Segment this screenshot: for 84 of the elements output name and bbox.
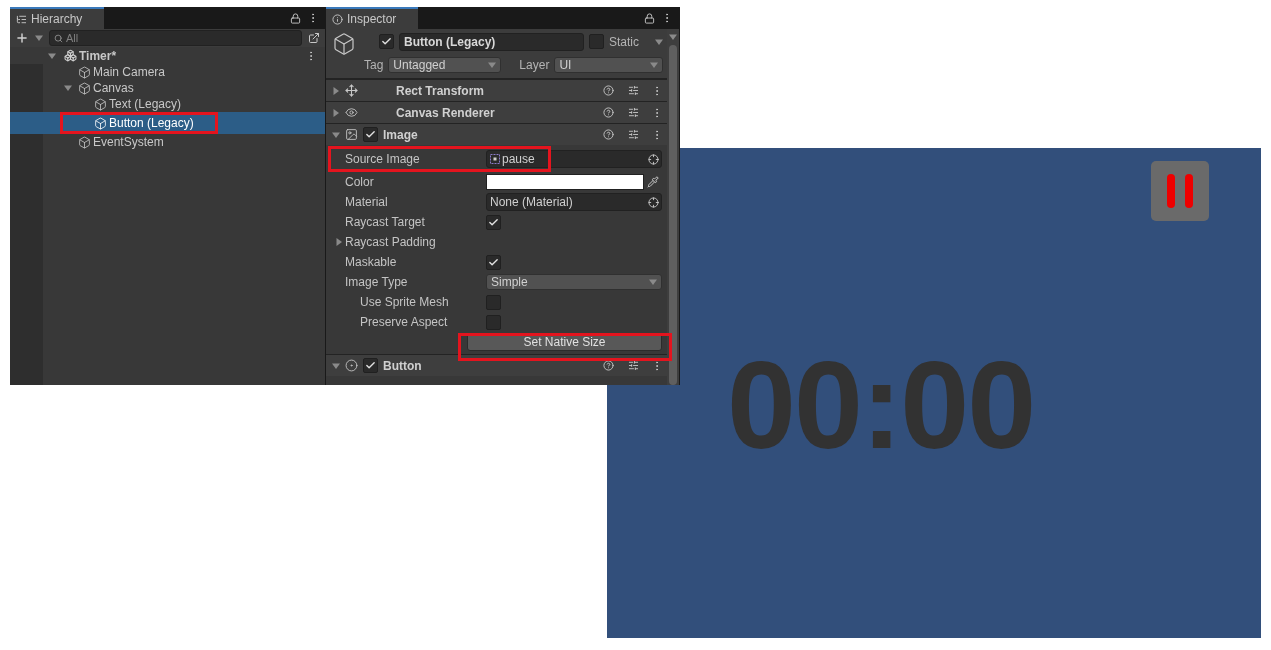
checkmark-icon <box>365 129 376 140</box>
cube-icon <box>78 81 91 95</box>
property-label: Use Sprite Mesh <box>359 295 450 309</box>
expand-arrow-icon[interactable] <box>48 51 56 60</box>
expand-arrow-icon[interactable] <box>332 86 340 95</box>
cube-icon <box>94 116 107 130</box>
property-label: Source Image <box>345 152 421 166</box>
cube-icon <box>78 135 91 149</box>
help-icon[interactable] <box>603 360 614 371</box>
checkbox[interactable] <box>486 214 501 230</box>
info-icon <box>332 13 343 25</box>
hierarchy-item[interactable]: Button (Legacy) <box>10 112 325 134</box>
sliders-icon[interactable] <box>628 107 639 118</box>
checkbox[interactable] <box>379 34 394 49</box>
foldout-label[interactable]: Raycast Padding <box>329 235 470 249</box>
scrollbar[interactable] <box>667 29 679 385</box>
property-label: Raycast Target <box>345 215 426 229</box>
tag-label: Tag <box>364 57 384 72</box>
lock-icon[interactable] <box>290 12 301 24</box>
property-label: Material <box>345 195 389 209</box>
foldout-arrow-icon[interactable] <box>335 238 343 246</box>
help-icon[interactable] <box>603 85 614 96</box>
hierarchy-item[interactable]: Text (Legacy) <box>10 96 325 112</box>
scene-icon <box>64 49 77 62</box>
scroll-up-icon[interactable] <box>669 33 677 41</box>
component-header[interactable]: Image <box>326 123 667 145</box>
sliders-icon[interactable] <box>628 360 639 371</box>
property-label: Preserve Aspect <box>359 315 449 329</box>
search-field[interactable]: All <box>49 30 302 46</box>
static-label: Static <box>609 34 639 49</box>
sliders-icon[interactable] <box>628 85 639 96</box>
target-icon[interactable] <box>648 196 659 208</box>
search-icon <box>54 33 63 43</box>
property-label: Image Type <box>345 275 409 289</box>
checkmark-icon <box>488 216 499 228</box>
caret-icon[interactable] <box>655 37 663 46</box>
hierarchy-item[interactable]: Canvas <box>10 80 325 96</box>
property-label: Maskable <box>345 255 398 269</box>
object-field[interactable]: None (Material) <box>486 193 662 211</box>
checkbox[interactable] <box>486 294 501 310</box>
checkbox[interactable] <box>363 127 378 142</box>
help-icon[interactable] <box>603 107 614 118</box>
inspector-tab[interactable]: Inspector <box>326 7 419 29</box>
hierarchy-tab[interactable]: Hierarchy <box>10 7 105 29</box>
caret-icon[interactable] <box>35 34 43 42</box>
sliders-icon[interactable] <box>628 129 639 140</box>
checkmark-icon <box>365 360 376 371</box>
add-icon[interactable] <box>15 31 29 45</box>
cube-icon <box>78 65 91 79</box>
expand-arrow-icon[interactable] <box>332 361 340 370</box>
list-icon <box>16 13 27 25</box>
target-icon[interactable] <box>648 153 659 165</box>
object-field[interactable]: pause <box>486 150 662 168</box>
checkbox[interactable] <box>589 34 604 49</box>
checkbox[interactable] <box>486 254 501 270</box>
checkmark-icon <box>488 256 499 268</box>
cube-icon <box>94 97 107 111</box>
layer-label: Layer <box>519 57 550 72</box>
cube-icon <box>332 32 356 56</box>
checkbox[interactable] <box>486 314 501 330</box>
help-icon[interactable] <box>603 129 614 140</box>
expand-arrow-icon[interactable] <box>64 84 72 92</box>
move-arrows-icon <box>345 84 358 97</box>
checkbox[interactable] <box>363 358 378 373</box>
eye-icon <box>345 106 358 119</box>
property-label: Color <box>345 175 375 189</box>
checkmark-icon <box>381 36 392 47</box>
hierarchy-item[interactable]: EventSystem <box>10 134 325 150</box>
expand-arrow-icon[interactable] <box>332 130 340 139</box>
expand-arrow-icon[interactable] <box>332 108 340 117</box>
timer-text: 00:00 <box>727 343 1035 467</box>
tag-dropdown[interactable]: Untagged <box>388 56 502 73</box>
component-header[interactable]: Canvas Renderer <box>326 101 667 123</box>
layer-dropdown[interactable]: UI <box>554 56 663 73</box>
dropdown[interactable]: Simple <box>486 274 662 290</box>
color-field[interactable] <box>486 174 644 190</box>
component-header[interactable]: Rect Transform <box>326 79 667 101</box>
eyedropper-icon[interactable] <box>647 176 659 188</box>
lock-icon[interactable] <box>644 12 655 24</box>
hierarchy-item[interactable]: Main Camera <box>10 64 325 80</box>
name-field[interactable]: Button (Legacy) <box>399 32 584 51</box>
pause-icon <box>1165 174 1195 208</box>
radio-icon <box>345 359 358 372</box>
image-icon <box>345 128 358 141</box>
